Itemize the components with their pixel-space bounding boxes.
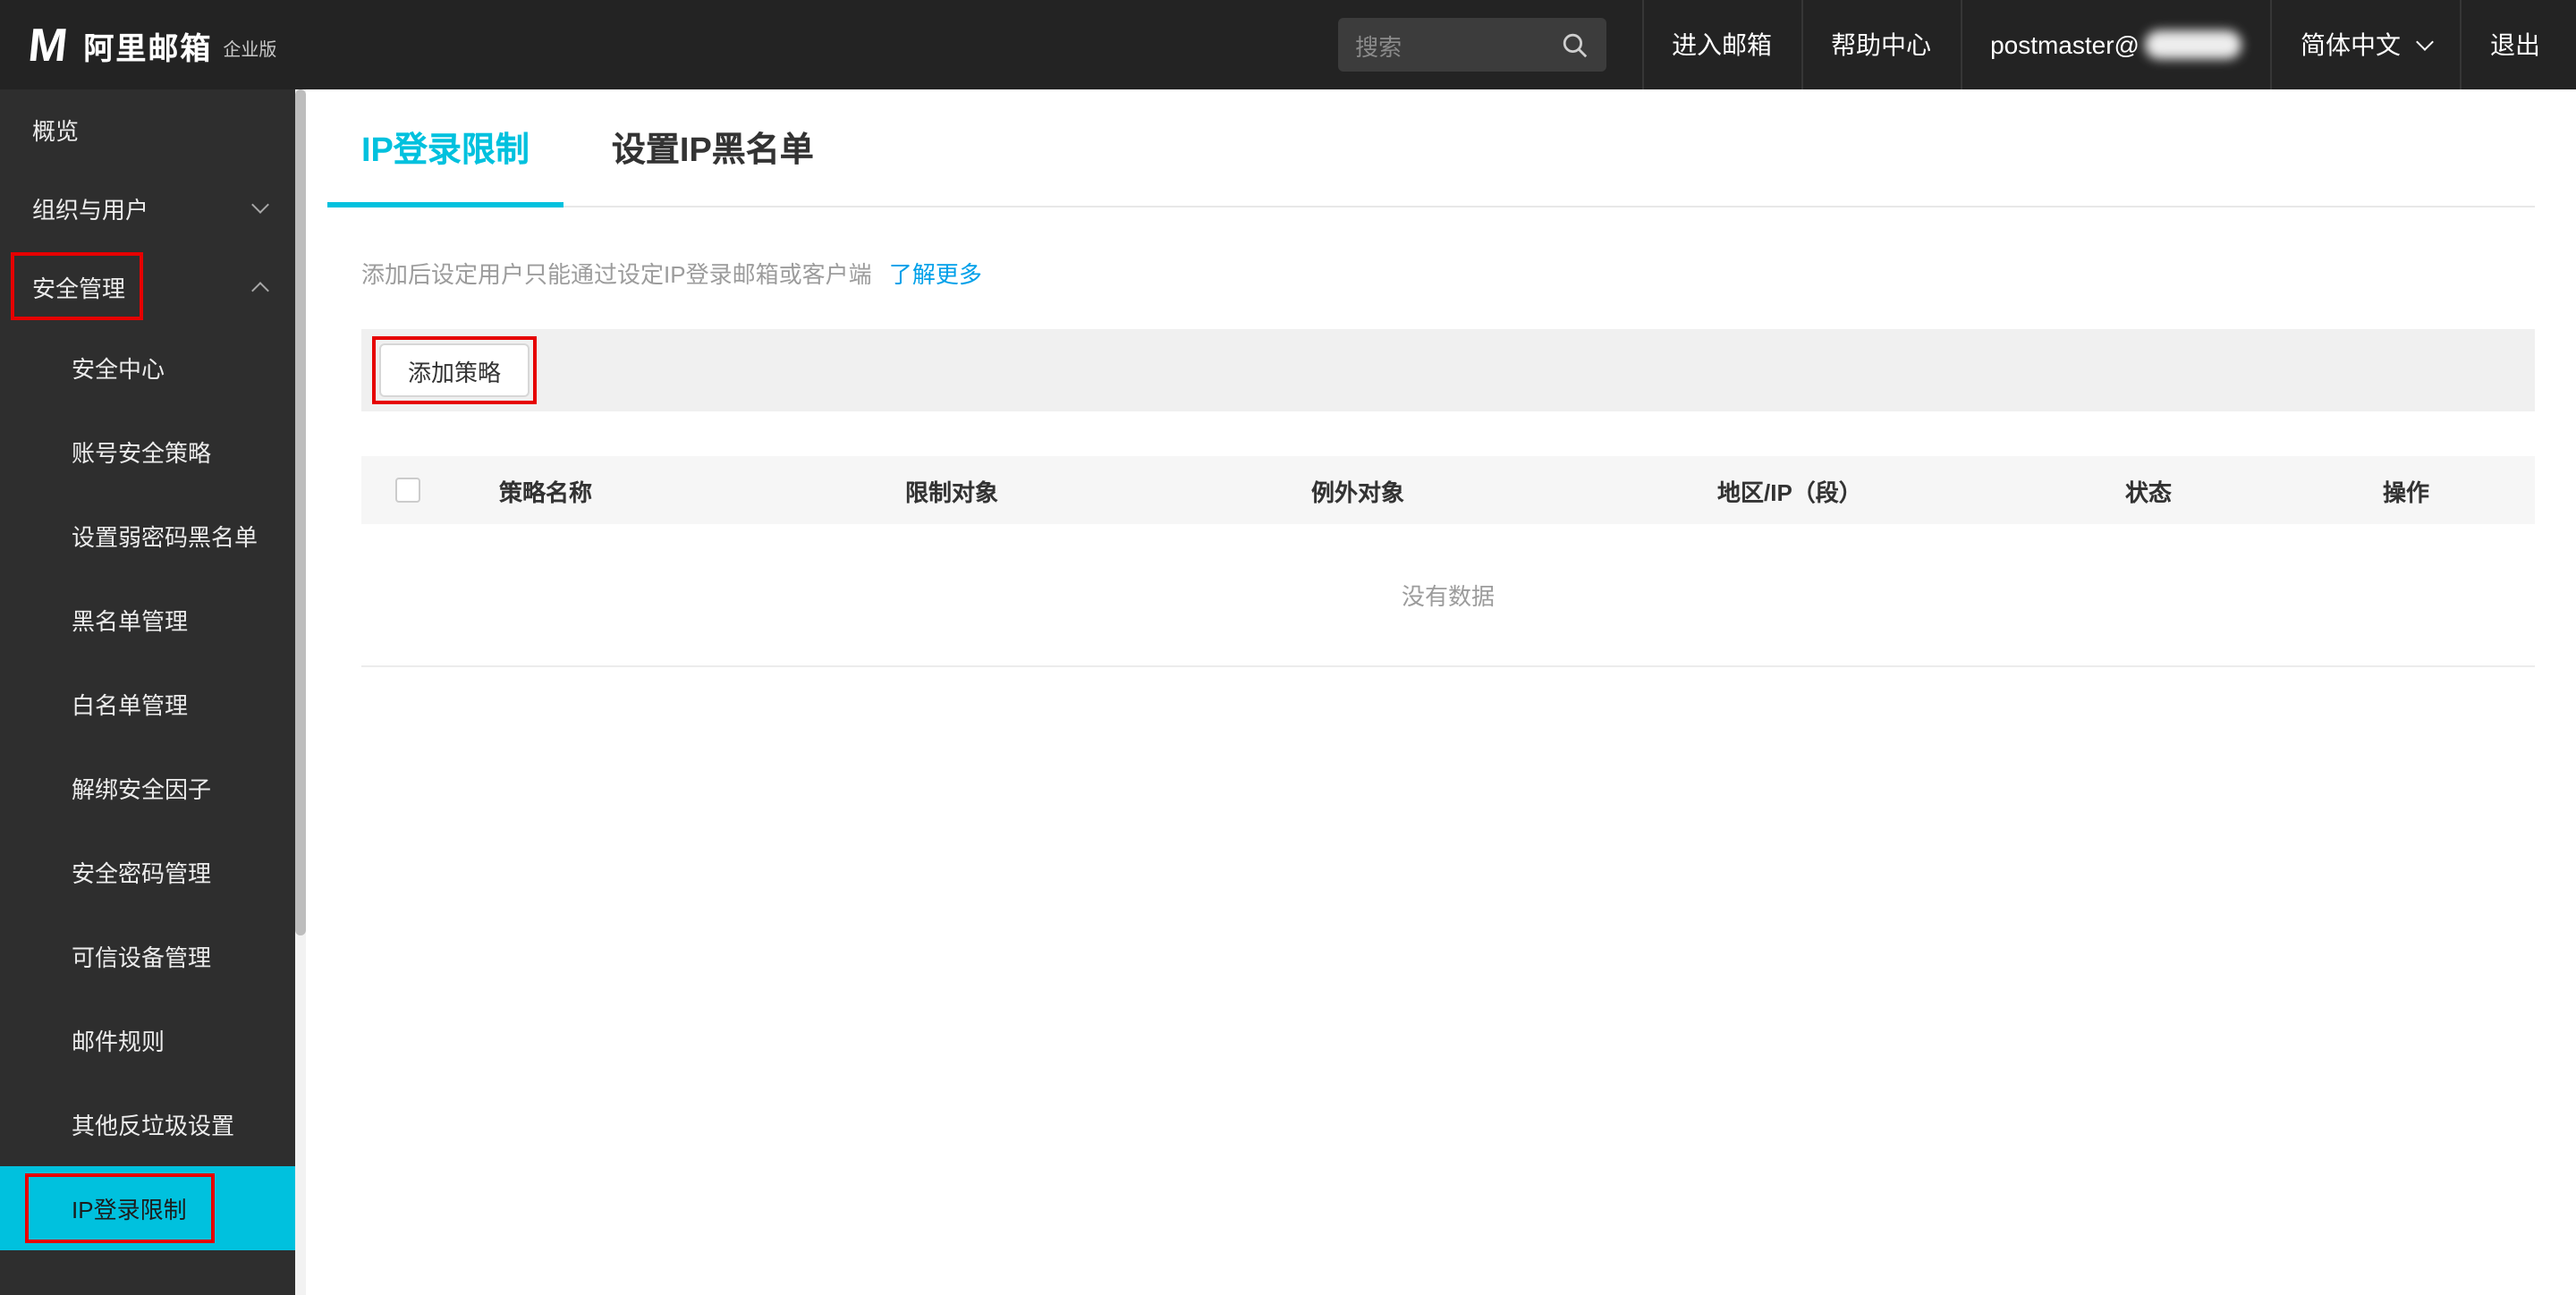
logout-label: 退出 — [2490, 30, 2540, 59]
sidebar-item-label: 安全中心 — [72, 356, 165, 383]
logo-title: 阿里邮箱 — [83, 31, 213, 65]
column-exception-object: 例外对象 — [1311, 478, 1405, 505]
logo-edition-badge: 企业版 — [223, 41, 277, 61]
chevron-down-icon — [2416, 32, 2434, 50]
content-body: 添加后设定用户只能通过设定IP登录邮箱或客户端 了解更多 添加策略 策略名称 限… — [306, 256, 2576, 667]
sidebar-item-trusted-devices[interactable]: 可信设备管理 — [0, 914, 295, 998]
search-placeholder: 搜索 — [1355, 33, 1402, 60]
chevron-up-icon — [251, 282, 269, 300]
sidebar-item-whitelist-management[interactable]: 白名单管理 — [0, 662, 295, 746]
table-header: 策略名称 限制对象 例外对象 地区/IP（段） 状态 操作 — [361, 456, 2535, 524]
sidebar-item-org-users[interactable]: 组织与用户 — [0, 168, 295, 247]
account-label: postmaster@ — [1990, 30, 2140, 59]
add-policy-button[interactable]: 添加策略 — [379, 343, 530, 397]
sidebar-item-overview[interactable]: 概览 — [0, 89, 295, 168]
enter-mailbox-button[interactable]: 进入邮箱 — [1641, 0, 1801, 89]
sidebar-item-label: IP登录限制 — [72, 1197, 187, 1223]
sidebar-item-weak-password-blacklist[interactable]: 设置弱密码黑名单 — [0, 494, 295, 578]
learn-more-link[interactable]: 了解更多 — [889, 261, 982, 288]
app-root: M 阿里邮箱 企业版 搜索 进入邮箱 帮助中心 postmaster@ 简体中文… — [0, 0, 2576, 1295]
sidebar-item-unbind-security-factor[interactable]: 解绑安全因子 — [0, 746, 295, 830]
enter-mailbox-label: 进入邮箱 — [1672, 30, 1773, 59]
empty-state-text: 没有数据 — [361, 524, 2535, 667]
tab-ip-login-restriction[interactable]: IP登录限制 — [327, 89, 564, 207]
column-status: 状态 — [2125, 478, 2173, 505]
logo-area: M 阿里邮箱 企业版 — [0, 18, 277, 72]
sidebar-item-security-password[interactable]: 安全密码管理 — [0, 830, 295, 914]
sidebar-item-label: 黑名单管理 — [72, 608, 189, 635]
toolbar: 添加策略 — [361, 329, 2535, 411]
description-text: 添加后设定用户只能通过设定IP登录邮箱或客户端 — [361, 261, 872, 288]
add-policy-wrap: 添加策略 — [372, 336, 538, 404]
sidebar-item-label: 安全密码管理 — [72, 860, 212, 887]
tab-ip-blacklist[interactable]: 设置IP黑名单 — [578, 89, 848, 206]
tab-label: 设置IP黑名单 — [611, 132, 814, 170]
sidebar-item-label: 账号安全策略 — [72, 440, 212, 467]
column-restricted-object: 限制对象 — [905, 478, 999, 505]
page-description: 添加后设定用户只能通过设定IP登录邮箱或客户端 了解更多 — [361, 256, 2535, 290]
language-menu[interactable]: 简体中文 — [2270, 0, 2460, 89]
sidebar-item-account-security-policy[interactable]: 账号安全策略 — [0, 410, 295, 494]
sidebar-item-label: 安全管理 — [32, 275, 126, 301]
tabs-row: IP登录限制 设置IP黑名单 — [327, 89, 2535, 207]
sidebar-item-label: 邮件规则 — [72, 1028, 165, 1055]
alimail-logo-icon: M — [25, 18, 71, 72]
account-menu[interactable]: postmaster@ — [1960, 0, 2270, 89]
sidebar-item-security-center[interactable]: 安全中心 — [0, 326, 295, 410]
sidebar-item-label: 设置弱密码黑名单 — [72, 524, 258, 551]
sidebar-item-mail-rules[interactable]: 邮件规则 — [0, 998, 295, 1082]
sidebar-item-label: 白名单管理 — [72, 692, 189, 719]
scrollbar-thumb[interactable] — [295, 89, 306, 935]
sidebar-item-label: 组织与用户 — [32, 196, 149, 223]
sidebar-item-ip-login-restriction[interactable]: IP登录限制 — [0, 1166, 295, 1250]
sidebar-item-other-antispam[interactable]: 其他反垃圾设置 — [0, 1082, 295, 1166]
select-all-checkbox[interactable] — [395, 478, 420, 503]
sidebar-item-security[interactable]: 安全管理 — [0, 247, 295, 326]
topbar-menu: 进入邮箱 帮助中心 postmaster@ 简体中文 退出 — [1641, 0, 2576, 89]
sidebar-item-label: 解绑安全因子 — [72, 776, 212, 803]
help-center-label: 帮助中心 — [1831, 30, 1932, 59]
column-policy-name: 策略名称 — [499, 478, 593, 505]
sidebar: 概览 组织与用户 安全管理 安全中心 账号安全策略 设置弱密码黑名单 黑名单管理… — [0, 89, 295, 1295]
topbar: M 阿里邮箱 企业版 搜索 进入邮箱 帮助中心 postmaster@ 简体中文… — [0, 0, 2576, 89]
sidebar-scrollbar[interactable] — [295, 89, 306, 1295]
language-label: 简体中文 — [2301, 30, 2401, 59]
topbar-right: 搜索 进入邮箱 帮助中心 postmaster@ 简体中文 退出 — [1337, 0, 2576, 89]
main-content: IP登录限制 设置IP黑名单 添加后设定用户只能通过设定IP登录邮箱或客户端 了… — [306, 89, 2576, 1295]
policy-table: 策略名称 限制对象 例外对象 地区/IP（段） 状态 操作 没有数据 — [361, 456, 2535, 667]
search-input[interactable]: 搜索 — [1337, 18, 1606, 72]
tab-label: IP登录限制 — [361, 132, 530, 170]
logout-button[interactable]: 退出 — [2460, 0, 2576, 89]
sidebar-item-label: 概览 — [32, 117, 80, 144]
select-all-cell — [361, 478, 499, 503]
column-operation: 操作 — [2383, 478, 2430, 505]
account-domain-redacted — [2145, 30, 2241, 59]
chevron-down-icon — [251, 196, 269, 214]
search-icon[interactable] — [1561, 31, 1588, 58]
sidebar-item-label: 可信设备管理 — [72, 944, 212, 971]
active-tab-underline — [327, 202, 564, 207]
help-center-button[interactable]: 帮助中心 — [1801, 0, 1960, 89]
sidebar-item-blacklist-management[interactable]: 黑名单管理 — [0, 578, 295, 662]
sidebar-item-label: 其他反垃圾设置 — [72, 1113, 235, 1139]
column-region-ip: 地区/IP（段） — [1717, 478, 1862, 505]
